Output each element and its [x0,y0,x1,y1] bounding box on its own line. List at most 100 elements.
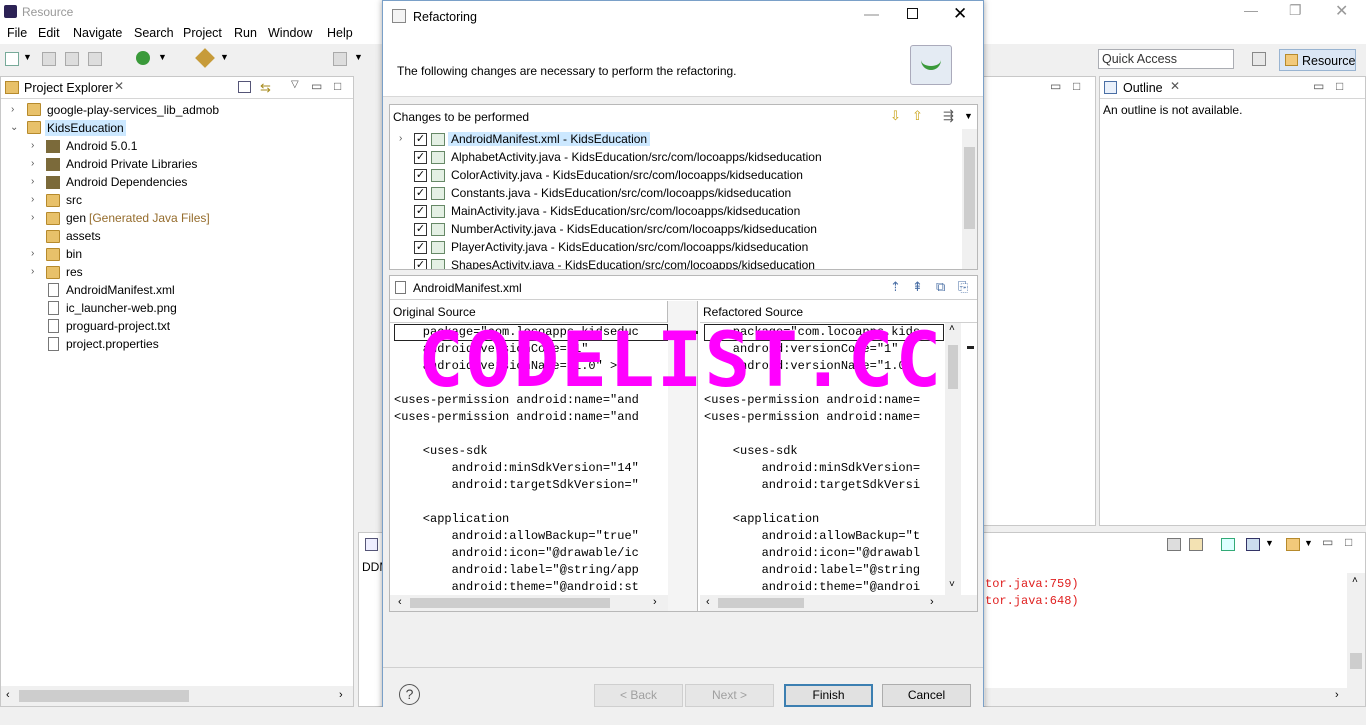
dialog-maximize-icon[interactable] [907,8,918,19]
chevron-right-icon[interactable]: › [31,266,34,277]
finish-button[interactable]: Finish [784,684,873,707]
scroll-right-icon[interactable]: › [1335,689,1339,701]
next-button[interactable]: Next > [685,684,774,707]
chevron-right-icon[interactable]: › [31,194,34,205]
change-checkbox[interactable]: ✓ [414,187,427,200]
new-icon[interactable] [5,52,19,66]
scrollbar-thumb[interactable] [1350,653,1362,669]
change-row[interactable]: ✓ Constants.java - KidsEducation/src/com… [390,185,962,203]
scrollbar-thumb[interactable] [948,345,958,389]
console-horizontal-scrollbar[interactable]: › [985,688,1365,706]
next-change-icon[interactable]: ⇩ [890,108,901,124]
change-row[interactable]: ✓ ColorActivity.java - KidsEducation/src… [390,167,962,185]
chevron-right-icon[interactable]: › [11,104,14,115]
chevron-right-icon[interactable]: › [31,248,34,259]
open-perspective-icon[interactable] [1252,52,1266,66]
previous-difference-icon[interactable]: ⇞ [912,279,923,295]
close-tab-icon[interactable]: ✕ [114,79,124,93]
cancel-button[interactable]: Cancel [882,684,971,707]
chevron-down-icon[interactable]: ▼ [23,52,32,62]
change-row[interactable]: ✓ ShapesActivity.java - KidsEducation/sr… [390,257,962,269]
tree-item[interactable]: › Android Private Libraries [1,156,353,174]
change-row[interactable]: ✓ NumberActivity.java - KidsEducation/sr… [390,221,962,239]
dialog-close-icon[interactable]: ✕ [953,4,967,24]
chevron-down-icon[interactable]: ⌄ [10,122,18,133]
change-checkbox[interactable]: ✓ [414,169,427,182]
next-difference-icon[interactable]: ⇡ [890,279,901,295]
menu-window[interactable]: Window [268,26,312,40]
change-row[interactable]: ✓ PlayerActivity.java - KidsEducation/sr… [390,239,962,257]
scroll-down-icon[interactable]: ˅ [949,579,955,590]
console-vertical-scrollbar[interactable]: ˄ [1347,573,1365,691]
tree-item[interactable]: › Android Dependencies [1,174,353,192]
scrollbar-thumb[interactable] [410,598,610,608]
refactored-horizontal-scrollbar[interactable]: ‹ › [700,595,977,611]
filter-dropdown-icon[interactable]: ▼ [964,111,973,121]
tree-item[interactable]: › src [1,192,353,210]
scroll-lock-icon[interactable] [1189,538,1203,551]
minimize-view-icon[interactable]: ▭ [311,79,322,93]
original-horizontal-scrollbar[interactable]: ‹ › [390,595,668,611]
menu-help[interactable]: Help [327,26,353,40]
menu-run[interactable]: Run [234,26,257,40]
chevron-right-icon[interactable]: › [31,176,34,187]
nav-dropdown-icon[interactable]: ▼ [354,52,363,62]
tools-icon[interactable] [195,48,215,68]
open-console-icon[interactable] [1286,538,1300,551]
back-button[interactable]: < Back [594,684,683,707]
menu-file[interactable]: File [7,26,27,40]
collapse-all-icon[interactable] [238,81,251,93]
change-row[interactable]: ✓ MainActivity.java - KidsEducation/src/… [390,203,962,221]
tab-project-explorer[interactable]: Project Explorer [24,81,113,95]
save-all-icon[interactable] [65,52,79,66]
scrollbar-thumb[interactable] [718,598,804,608]
scroll-left-icon[interactable]: ‹ [706,596,710,608]
scrollbar-thumb[interactable] [964,147,975,229]
scroll-right-icon[interactable]: › [339,689,343,701]
menu-search[interactable]: Search [134,26,174,40]
save-icon[interactable] [42,52,56,66]
quick-access-input[interactable]: Quick Access [1098,49,1234,69]
display-console-icon[interactable] [1246,538,1260,551]
tree-item[interactable]: ⌄ KidsEducation [1,120,353,138]
menu-edit[interactable]: Edit [38,26,60,40]
tree-item[interactable]: › bin [1,246,353,264]
change-row[interactable]: › ✓ AndroidManifest.xml - KidsEducation [390,131,962,149]
change-checkbox[interactable]: ✓ [414,259,427,269]
maximize-view-icon[interactable]: □ [1345,535,1352,549]
scroll-up-icon[interactable]: ˄ [949,323,955,334]
tree-item[interactable]: › Android 5.0.1 [1,138,353,156]
scroll-left-icon[interactable]: ‹ [398,596,402,608]
minimize-icon[interactable]: — [1244,2,1258,18]
tree-item[interactable]: assets [1,228,353,246]
minimize-view-icon[interactable]: ▭ [1050,79,1061,93]
help-icon[interactable]: ? [399,684,420,705]
pin-console-icon[interactable] [1221,538,1235,551]
maximize-view-icon[interactable]: □ [1073,79,1080,93]
close-icon[interactable]: ✕ [1335,1,1348,21]
open-console-dropdown-icon[interactable]: ▼ [1304,538,1313,548]
scroll-left-icon[interactable]: ‹ [6,689,10,701]
tree-item[interactable]: AndroidManifest.xml [1,282,353,300]
change-checkbox[interactable]: ✓ [414,223,427,236]
view-menu-icon[interactable]: ▽ [291,79,299,90]
scroll-right-icon[interactable]: › [930,596,934,608]
menu-navigate[interactable]: Navigate [73,26,122,40]
tree-item[interactable]: › res [1,264,353,282]
scroll-right-icon[interactable]: › [653,596,657,608]
maximize-view-icon[interactable]: □ [1336,79,1343,93]
run-icon[interactable] [136,51,150,65]
change-checkbox[interactable]: ✓ [414,241,427,254]
link-editor-icon[interactable]: ⇆ [260,80,271,96]
chevron-right-icon[interactable]: › [31,158,34,169]
ignore-whitespace-icon[interactable]: ⎘ [958,279,968,295]
chevron-right-icon[interactable]: › [31,140,34,151]
tree-item[interactable]: › google-play-services_lib_admob [1,102,353,120]
tree-item[interactable]: proguard-project.txt [1,318,353,336]
previous-change-icon[interactable]: ⇧ [912,108,923,124]
minimize-view-icon[interactable]: ▭ [1313,79,1324,93]
tree-item[interactable]: project.properties [1,336,353,354]
tab-outline[interactable]: Outline [1123,81,1163,95]
tree-item[interactable]: ic_launcher-web.png [1,300,353,318]
close-tab-icon[interactable]: ✕ [1170,79,1180,93]
